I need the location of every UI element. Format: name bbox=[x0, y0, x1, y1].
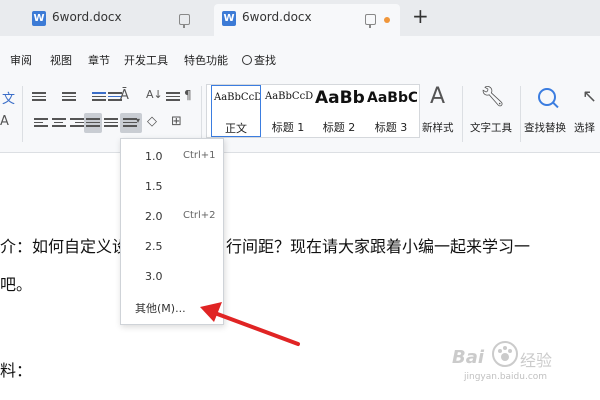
search-icon bbox=[242, 55, 252, 65]
style-sample: AaBbCcDd bbox=[265, 91, 313, 102]
watermark-jingyan: 经验 bbox=[520, 351, 553, 370]
line-spacing-option-1-5[interactable]: 1.5 bbox=[121, 173, 223, 201]
wrench-icon[interactable]: 🔧︎ bbox=[480, 84, 505, 108]
tab-bar: W 6word.docx W 6word.docx + bbox=[0, 0, 600, 36]
style-name: 标题 3 bbox=[374, 121, 408, 134]
sort-icon[interactable]: A↓ bbox=[146, 88, 163, 101]
watermark-url: jingyan.baidu.com bbox=[464, 372, 548, 382]
option-value: 2.0 bbox=[145, 210, 163, 223]
watermark-brand: Bai bbox=[452, 347, 485, 368]
line-spacing-option-2-0[interactable]: 2.0 Ctrl+2 bbox=[121, 203, 223, 231]
word-doc-icon: W bbox=[222, 11, 236, 26]
align-left-icon[interactable] bbox=[34, 118, 48, 130]
search-label: 查找 bbox=[254, 54, 276, 67]
line-spacing-option-2-5[interactable]: 2.5 bbox=[121, 233, 223, 261]
paragraph-mark-icon[interactable]: ¶ bbox=[184, 88, 192, 102]
line-spacing-icon bbox=[123, 118, 137, 130]
style-sample: AaBbCcDd bbox=[214, 92, 260, 103]
unsaved-dot-icon bbox=[384, 17, 390, 23]
align-right-icon[interactable] bbox=[70, 118, 84, 130]
change-case-icon[interactable]: Ā bbox=[120, 88, 129, 103]
new-style-icon[interactable]: A bbox=[430, 84, 445, 109]
find-replace-label[interactable]: 查找替换 bbox=[524, 120, 566, 135]
doc-line-1-right: 行间距？现在请大家跟着小编一起来学习一 bbox=[226, 237, 531, 256]
line-spacing-option-1-0[interactable]: 1.0 Ctrl+1 bbox=[121, 143, 223, 171]
doc-line-1-left: 介：如何自定义设 bbox=[0, 237, 129, 256]
chevron-down-icon: ▾ bbox=[136, 116, 141, 125]
document-tab-2[interactable]: W 6word.docx bbox=[214, 4, 400, 36]
style-name: 标题 1 bbox=[271, 121, 305, 134]
line-spacing-option-other[interactable]: 其他(M)... bbox=[121, 293, 223, 321]
style-sample: AaBb( bbox=[315, 88, 365, 108]
separator bbox=[462, 86, 463, 142]
menu-developer-tools[interactable]: 开发工具 bbox=[124, 52, 168, 68]
separator bbox=[201, 86, 202, 142]
option-shortcut: Ctrl+2 bbox=[183, 210, 216, 221]
cursor-icon[interactable]: ↖ bbox=[582, 86, 597, 107]
menu-section[interactable]: 章节 bbox=[88, 52, 110, 68]
find-replace-icon-handle bbox=[552, 101, 559, 109]
tab-title: 6word.docx bbox=[52, 10, 122, 24]
document-tab-1[interactable]: W 6word.docx bbox=[24, 4, 210, 36]
menu-review[interactable]: 审阅 bbox=[10, 52, 32, 68]
bullet-list-icon[interactable] bbox=[32, 92, 46, 104]
align-center-icon[interactable] bbox=[52, 118, 66, 130]
tab-title: 6word.docx bbox=[242, 10, 312, 24]
style-name: 正文 bbox=[225, 122, 247, 135]
separator bbox=[520, 86, 521, 142]
new-style-label[interactable]: 新样式 bbox=[422, 120, 454, 135]
line-wrap-icon[interactable] bbox=[166, 92, 180, 104]
text-color-button[interactable]: 文 bbox=[2, 88, 15, 107]
numbered-list-icon[interactable] bbox=[62, 92, 76, 104]
menu-view[interactable]: 视图 bbox=[50, 52, 72, 68]
style-gallery: AaBbCcDd 正文 AaBbCcDd 标题 1 AaBb( 标题 2 AaB… bbox=[206, 84, 420, 138]
line-spacing-menu: 1.0 Ctrl+1 1.5 2.0 Ctrl+2 2.5 3.0 其他(M).… bbox=[120, 138, 224, 325]
menu-bar: 审阅 视图 章节 开发工具 特色功能 查找 bbox=[0, 36, 600, 80]
option-value: 3.0 bbox=[145, 270, 163, 283]
doc-line-2: 吧。 bbox=[0, 275, 33, 294]
style-sample: AaBbC( bbox=[367, 90, 417, 106]
option-value: 其他(M)... bbox=[135, 302, 186, 315]
pin-icon[interactable] bbox=[179, 14, 190, 28]
menu-search[interactable]: 查找 bbox=[242, 52, 276, 68]
decrease-indent-icon[interactable] bbox=[92, 92, 106, 104]
option-shortcut: Ctrl+1 bbox=[183, 150, 216, 161]
new-tab-button[interactable]: + bbox=[412, 6, 429, 26]
style-heading-1[interactable]: AaBbCcDd 标题 1 bbox=[263, 85, 313, 137]
select-label[interactable]: 选择 bbox=[574, 120, 595, 135]
justify-icon bbox=[86, 118, 100, 130]
word-doc-icon: W bbox=[32, 11, 46, 26]
style-heading-2[interactable]: AaBb( 标题 2 bbox=[313, 85, 365, 137]
distribute-icon[interactable] bbox=[104, 118, 118, 130]
baidu-paw-icon bbox=[492, 341, 518, 367]
doc-line-3: 料： bbox=[0, 361, 33, 380]
pin-icon[interactable] bbox=[365, 14, 376, 28]
style-heading-3[interactable]: AaBbC( 标题 3 bbox=[365, 85, 417, 137]
text-tools-label[interactable]: 文字工具 bbox=[470, 120, 512, 135]
font-size-button[interactable]: A bbox=[0, 114, 9, 129]
style-normal[interactable]: AaBbCcDd 正文 bbox=[211, 85, 261, 137]
option-value: 1.5 bbox=[145, 180, 163, 193]
option-value: 2.5 bbox=[145, 240, 163, 253]
borders-icon[interactable]: ⊞ bbox=[171, 114, 182, 129]
shading-icon[interactable]: ◇ bbox=[147, 114, 157, 129]
line-spacing-option-3-0[interactable]: 3.0 bbox=[121, 263, 223, 291]
separator bbox=[22, 86, 23, 142]
style-name: 标题 2 bbox=[322, 121, 356, 134]
menu-special-features[interactable]: 特色功能 bbox=[184, 52, 228, 68]
option-value: 1.0 bbox=[145, 150, 163, 163]
